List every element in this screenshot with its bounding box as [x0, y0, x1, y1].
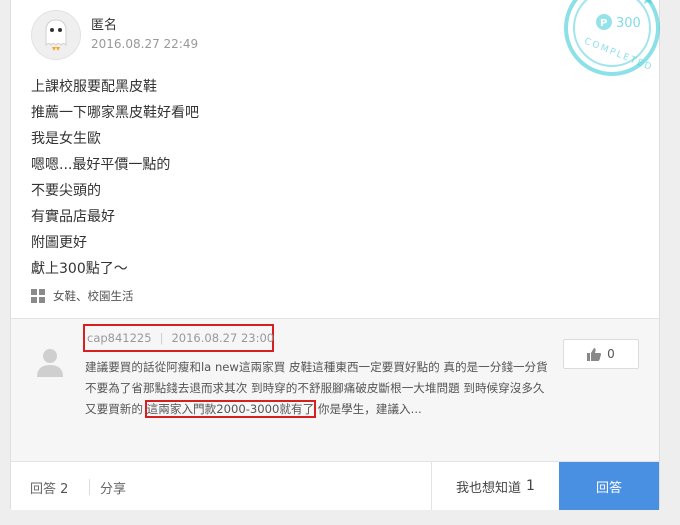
answer-avatar[interactable] [33, 345, 67, 379]
ghost-avatar-icon [45, 19, 67, 51]
answers-count-link[interactable]: 回答 2 [30, 478, 68, 497]
tag-list: 女鞋、校園生活 [31, 288, 134, 304]
question-line: 不要尖頭的 [31, 183, 101, 199]
completed-stamp-icon: P 300 COMPLETED [564, 0, 660, 76]
answer-meta-highlight: cap841225 | 2016.08.27 23:00 [83, 324, 274, 352]
meta-separator: | [159, 331, 164, 345]
question-time: 2016.08.27 22:49 [91, 37, 199, 51]
answer-text[interactable]: 建議要買的話從阿瘦和la new這兩家買 皮鞋這種東西一定要買好點的 真的是一分… [85, 357, 551, 420]
answers-label: 回答 [30, 482, 57, 497]
question-body: 上課校服要配黑皮鞋 推薦一下哪家黑皮鞋好看吧 我是女生歐 嗯嗯...最好平價一點… [31, 74, 199, 282]
like-count: 0 [607, 347, 615, 361]
want-to-know-button[interactable]: 我也想知道 1 [431, 462, 559, 510]
svg-text:P: P [600, 18, 607, 29]
answer-text-part: 你是學生，建議入... [314, 402, 422, 416]
stamp-points: 300 [616, 16, 641, 31]
answer-preview: cap841225 | 2016.08.27 23:00 建議要買的話從阿瘦和l… [11, 318, 659, 461]
avatar[interactable] [31, 10, 81, 60]
completed-stamp: P 300 COMPLETED [556, 0, 662, 84]
thumbs-up-icon [587, 347, 602, 361]
category-grid-icon [31, 288, 46, 304]
like-button[interactable]: 0 [563, 339, 639, 369]
question-line: 推薦一下哪家黑皮鞋好看吧 [31, 105, 199, 121]
answer-text-highlight: 這兩家入門款2000-3000就有了 [144, 400, 317, 418]
share-button[interactable]: 分享 [100, 478, 126, 497]
default-user-icon [37, 349, 63, 377]
answer-author[interactable]: cap841225 [87, 331, 152, 345]
question-footer: 回答 2 分享 我也想知道 1 回答 [11, 461, 659, 510]
want-to-know-count: 1 [526, 478, 535, 494]
answer-button[interactable]: 回答 [559, 462, 659, 510]
stamp-text: COMPLETED [583, 37, 655, 74]
want-to-know-label: 我也想知道 [456, 480, 522, 496]
question-line: 嗯嗯...最好平價一點的 [31, 157, 171, 173]
footer-divider [89, 479, 90, 495]
answers-count: 2 [60, 482, 69, 497]
question-line: 我是女生歐 [31, 131, 101, 147]
answer-time: 2016.08.27 23:00 [171, 331, 275, 345]
question-line: 有實品店最好 [31, 209, 115, 225]
question-line: 獻上300點了～ [31, 261, 128, 277]
question-line: 附圖更好 [31, 235, 87, 251]
question-line: 上課校服要配黑皮鞋 [31, 79, 157, 95]
tags-text[interactable]: 女鞋、校園生活 [53, 288, 134, 304]
question-author[interactable]: 匿名 [91, 14, 117, 33]
question-card: 匿名 2016.08.27 22:49 P 300 COMPLETED 上課校服… [10, 0, 662, 510]
